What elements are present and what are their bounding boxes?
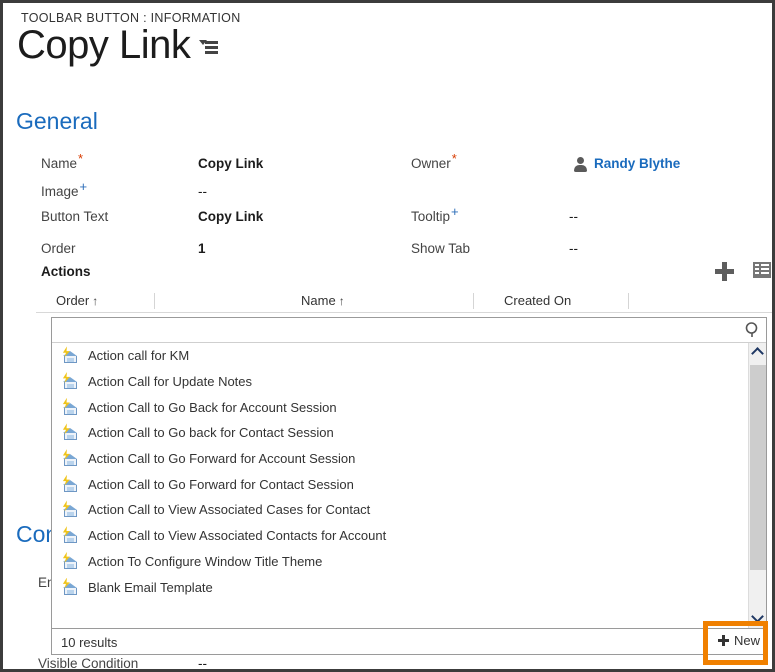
plus-icon [717,635,729,646]
page-title-row: Copy Link [17,23,219,67]
application-window: TOOLBAR BUTTON : INFORMATION Copy Link G… [0,0,775,672]
list-item[interactable]: Action Call for Update Notes [52,369,766,395]
lookup-search-input[interactable] [52,318,742,342]
list-item[interactable]: Action To Configure Window Title Theme [52,549,766,575]
list-item[interactable]: Action call for KM [52,343,766,369]
action-call-icon [62,397,79,416]
field-label-show-tab: Show Tab [411,241,471,256]
action-call-icon [62,346,79,364]
list-item[interactable]: Action Call to View Associated Contacts … [52,523,766,549]
scroll-up-button[interactable] [749,343,766,363]
action-call-icon [62,449,79,467]
lookup-search-row [52,318,766,343]
list-item-label: Action To Configure Window Title Theme [88,553,323,569]
plus-icon[interactable] [715,262,734,281]
field-label-name: Name* [41,150,84,172]
required-marker: * [78,150,84,166]
field-label-visible-condition: Visible Condition [38,656,139,671]
owner-link[interactable]: Randy Blythe [594,156,680,171]
lookup-results-bar: 10 results New [51,628,767,655]
action-call-icon [62,551,79,570]
section-heading-general: General [16,108,98,134]
list-item-label: Action Call to View Associated Cases for… [88,502,371,518]
list-item-label: Action Call to Go Back for Account Sessi… [88,399,337,415]
column-header-created-on[interactable]: Created On [504,293,574,308]
list-item[interactable]: Action Call to Go back for Contact Sessi… [52,420,766,446]
field-value-order[interactable]: 1 [198,241,206,256]
optional-marker: + [451,203,459,219]
field-label-tooltip: Tooltip+ [411,203,459,225]
lookup-dropdown-panel: Action call for KM Action Call for Update… [51,317,767,651]
list-item-label: Action Call for Update Notes [88,374,253,390]
field-label-owner: Owner* [411,150,457,172]
page-title: Copy Link [17,23,191,67]
field-label-image: Image+ [41,178,88,200]
list-item[interactable]: Action Call to Go Back for Account Sessi… [52,394,766,420]
search-icon[interactable] [744,321,762,339]
list-item-label: Action Call to Go Forward for Contact Se… [88,476,354,492]
new-button[interactable]: New [717,633,760,648]
required-marker: * [451,150,457,166]
field-label-button-text: Button Text [41,209,109,224]
grid-view-icon[interactable] [753,262,771,278]
action-call-icon [62,423,79,441]
lookup-scrollbar[interactable] [748,343,766,628]
field-value-button-text[interactable]: Copy Link [198,209,263,224]
person-icon [573,157,587,172]
lookup-results-list[interactable]: Action call for KM Action Call for Update… [52,343,766,628]
field-value-visible-condition[interactable]: -- [198,656,207,669]
form-canvas: TOOLBAR BUTTON : INFORMATION Copy Link G… [3,3,772,669]
list-item[interactable]: Action Call to Go Forward for Contact Se… [52,471,766,497]
action-call-icon [62,577,79,596]
list-item-label: Action Call to Go back for Contact Sessi… [88,425,334,441]
optional-marker: + [79,178,88,194]
field-value-show-tab[interactable]: -- [569,241,578,256]
subgrid-label-actions: Actions [41,264,91,279]
list-item-label: Action call for KM [88,348,190,364]
action-call-icon [62,372,79,390]
list-item[interactable]: Action Call to View Associated Cases for… [52,497,766,523]
form-selector-icon[interactable] [199,40,219,56]
list-item[interactable]: Action Call to Go Forward for Account Se… [52,446,766,472]
action-call-icon [62,500,79,518]
subgrid-column-headers: Order ↑ Name ↑ Created On [36,291,772,313]
new-button-label: New [733,633,760,648]
results-count-label: 10 results [61,635,118,650]
scrollbar-thumb[interactable] [750,365,766,570]
action-call-icon [62,474,79,493]
list-item[interactable]: Blank Email Template [52,574,766,600]
field-value-tooltip[interactable]: -- [569,209,578,224]
field-label-order: Order [41,241,76,256]
scroll-down-button[interactable] [749,608,766,628]
list-item-label: Action Call to Go Forward for Account Se… [88,451,356,467]
column-header-name[interactable]: Name ↑ [301,293,345,308]
action-call-icon [62,526,79,544]
column-header-order[interactable]: Order ↑ [56,293,98,308]
list-item-label: Blank Email Template [88,579,213,595]
field-value-image[interactable]: -- [198,184,207,199]
field-value-name[interactable]: Copy Link [198,156,263,171]
list-item-label: Action Call to View Associated Contacts … [88,528,387,544]
